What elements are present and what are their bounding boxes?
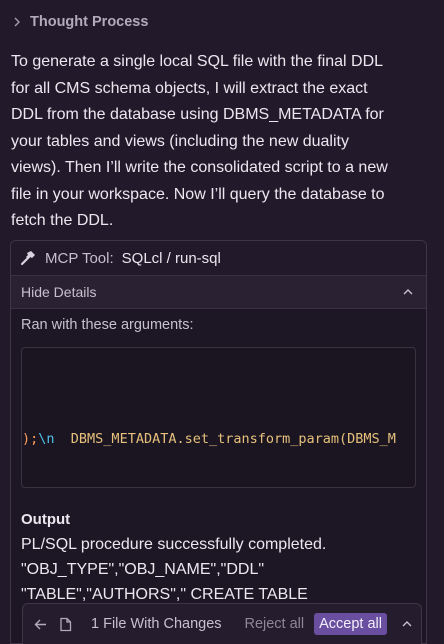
chevron-up-icon xyxy=(403,289,413,295)
message-line: DDL from the database using DBMS_METADAT… xyxy=(11,106,384,123)
arguments-label: Ran with these arguments: xyxy=(21,317,194,333)
output-line: "OBJ_TYPE","OBJ_NAME","DDL" xyxy=(21,561,265,578)
output-line: PL/SQL procedure successfully completed. xyxy=(21,536,327,553)
changes-count[interactable]: 1 File With Changes xyxy=(91,616,222,632)
file-changes-bar: 1 File With Changes Reject all Accept al… xyxy=(22,603,422,644)
reject-all-button[interactable]: Reject all xyxy=(244,616,304,632)
hammer-icon xyxy=(20,251,35,266)
chevron-up-icon[interactable] xyxy=(401,618,413,630)
arrow-left-icon[interactable] xyxy=(33,617,48,632)
accept-all-button[interactable]: Accept all xyxy=(314,613,387,635)
output-label: Output xyxy=(21,511,71,528)
tool-name: SQLcl / run-sql xyxy=(121,249,221,267)
hide-details-toggle[interactable]: Hide Details xyxy=(11,276,426,309)
file-icon xyxy=(60,617,72,631)
arguments-code-box[interactable]: );\n DBMS_METADATA.set_transform_param(D… xyxy=(21,347,416,488)
hide-details-label: Hide Details xyxy=(21,284,97,300)
output-line: "TABLE","AUTHORS"," CREATE TABLE xyxy=(21,586,308,603)
thought-process-toggle[interactable]: Thought Process xyxy=(12,14,148,30)
tool-header: MCP Tool: SQLcl / run-sql xyxy=(11,241,426,276)
code-token-paren: ); xyxy=(22,431,39,447)
message-line: To generate a single local SQL file with… xyxy=(11,53,384,70)
code-token-call: DBMS_METADATA.set_transform_param(DBMS_M xyxy=(70,431,396,447)
code-line: );\n DBMS_METADATA.set_transform_param(D… xyxy=(22,431,396,447)
assistant-message: To generate a single local SQL file with… xyxy=(11,49,429,235)
message-line: for all CMS schema objects, I will extra… xyxy=(11,79,368,97)
message-line: file in your workspace. Now I’ll query t… xyxy=(11,185,385,203)
message-line: your tables and views (including the new… xyxy=(11,132,349,150)
tool-call-card: MCP Tool: SQLcl / run-sql Hide Details R… xyxy=(10,240,427,644)
tool-prefix: MCP Tool: xyxy=(45,249,114,267)
thought-process-label: Thought Process xyxy=(30,14,149,30)
code-token-escape: \n xyxy=(38,431,55,447)
chat-panel: Thought Process To generate a single loc… xyxy=(0,0,444,644)
chevron-right-icon xyxy=(14,17,20,27)
message-line: views). Then I’ll write the consolidated… xyxy=(11,159,388,176)
message-line: fetch the DDL. xyxy=(11,212,114,229)
